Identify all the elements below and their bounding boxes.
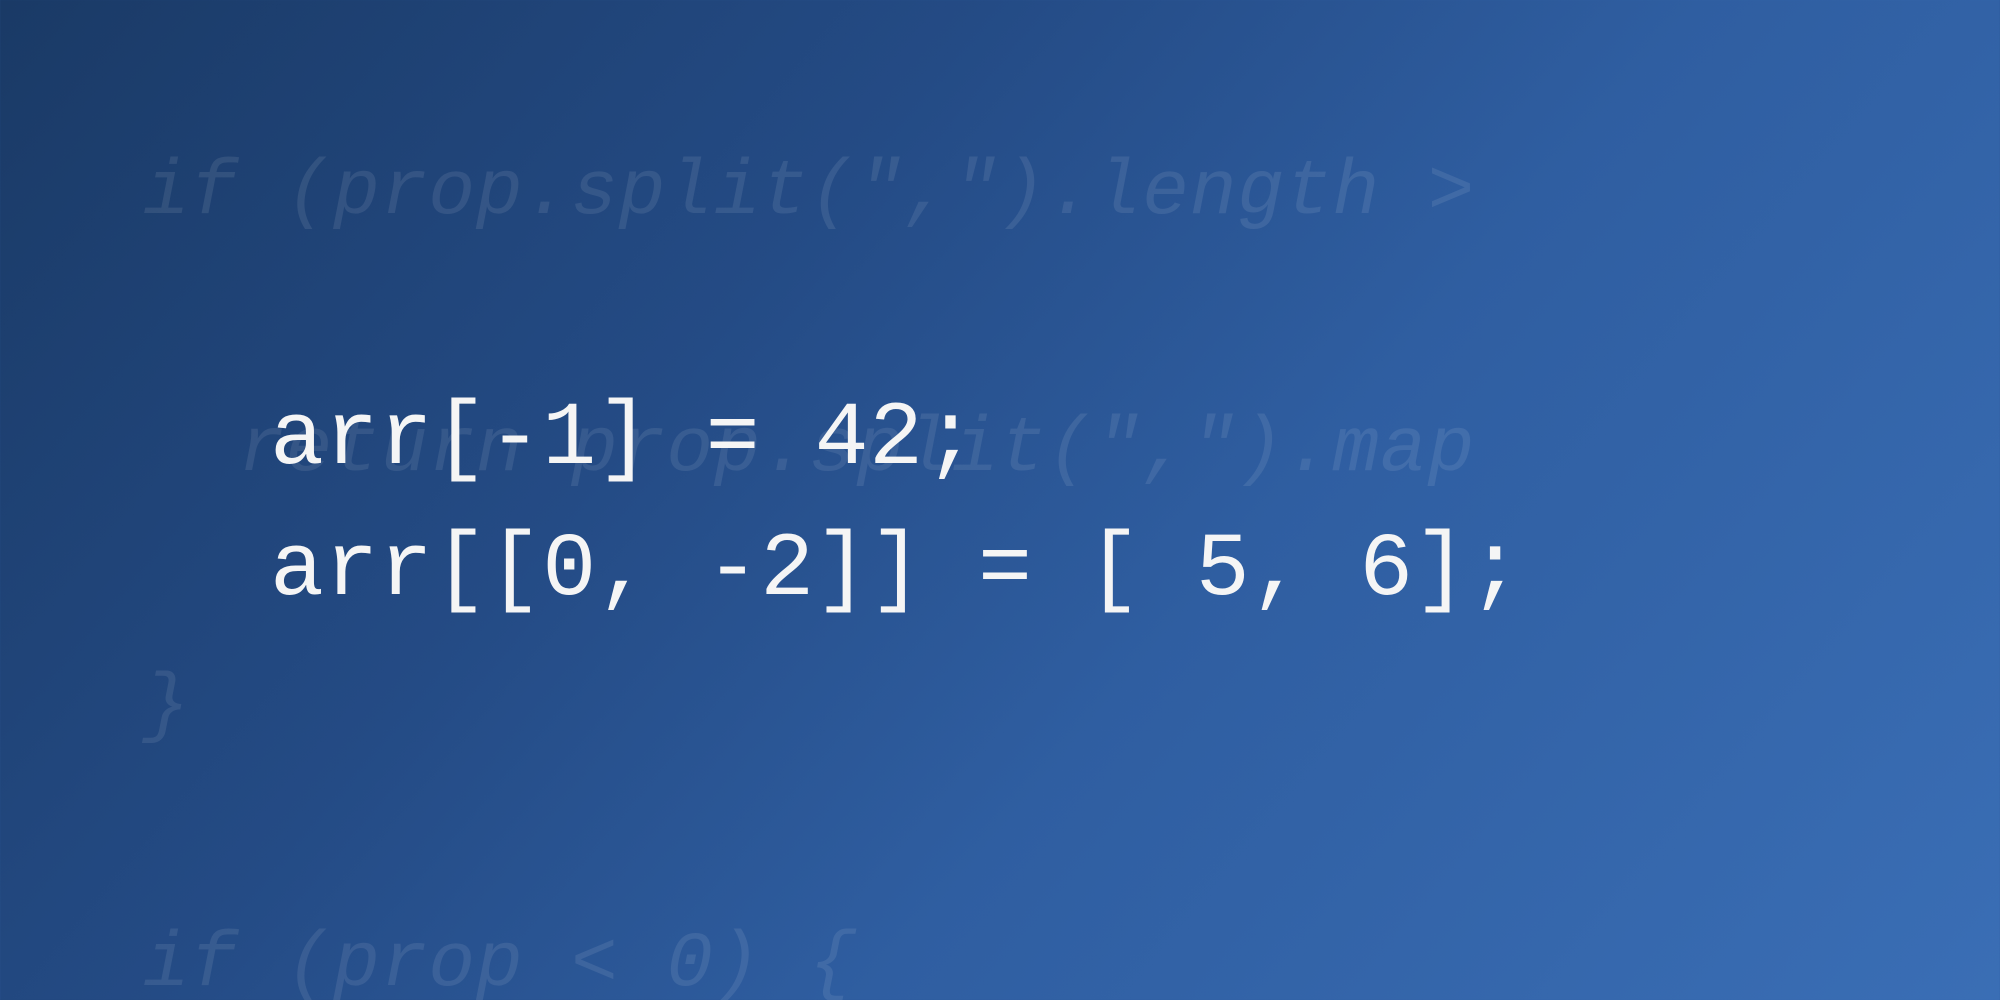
fg-line-2: arr[[0, -2]] = [ 5, 6]; xyxy=(270,506,1523,637)
foreground-code-block: arr[-1] = 42;arr[[0, -2]] = [ 5, 6]; xyxy=(270,375,1523,636)
bg-line: if (prop < 0) { xyxy=(0,901,2000,1000)
bg-line: } xyxy=(0,643,2000,772)
bg-line: if (prop.split(",").length > xyxy=(0,129,2000,258)
fg-line-1: arr[-1] = 42; xyxy=(270,375,1523,506)
